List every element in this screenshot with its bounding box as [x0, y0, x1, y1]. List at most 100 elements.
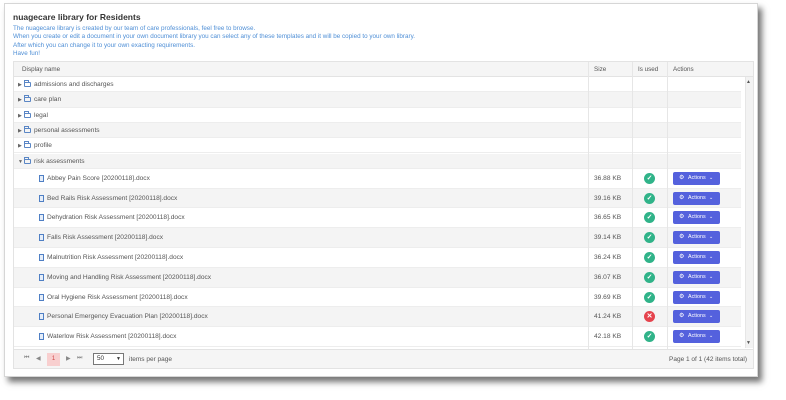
folder-icon [24, 125, 31, 133]
items-per-page-label: items per page [129, 356, 172, 363]
file-name: Malnutrition Risk Assessment [20200118].… [47, 254, 184, 261]
library-panel: nuagecare library for Residents The nuag… [4, 3, 758, 377]
folder-icon [24, 156, 31, 164]
last-page-icon[interactable]: ⏭ [77, 355, 82, 362]
document-icon [39, 234, 44, 242]
expand-arrow-icon[interactable]: ▶ [18, 97, 22, 103]
gear-icon: ⚙ [679, 194, 685, 201]
check-circle-icon: ✓ [644, 331, 655, 343]
check-circle-icon: ✓ [644, 291, 655, 303]
intro-line: When you create or edit a document in yo… [13, 33, 416, 41]
file-size: 36.88 KB [594, 174, 622, 182]
column-divider [667, 62, 668, 349]
gear-icon: ⚙ [679, 273, 685, 280]
next-page-icon[interactable]: ▶ [66, 355, 71, 362]
actions-button-label: Actions [688, 293, 706, 300]
actions-button[interactable]: ⚙ Actions ⌄ [673, 231, 720, 245]
expand-arrow-icon[interactable]: ▶ [18, 82, 22, 88]
file-name: Bed Rails Risk Assessment [20200118].doc… [47, 194, 178, 202]
folder-icon [24, 141, 31, 149]
folder-name: admissions and discharges [34, 81, 114, 88]
column-divider [588, 62, 589, 349]
check-circle-icon: ✓ [644, 192, 655, 204]
check-circle-icon: ✓ [644, 252, 655, 263]
chevron-down-icon: ⌄ [709, 293, 714, 300]
actions-button[interactable]: ⚙ Actions ⌄ [673, 330, 720, 344]
intro-line: After which you can change it to your ow… [13, 41, 196, 49]
folder-icon [24, 110, 31, 118]
document-icon [39, 293, 44, 301]
actions-button[interactable]: ⚙ Actions ⌄ [673, 211, 720, 225]
page-title: nuagecare library for Residents [13, 12, 141, 22]
scroll-up-arrow-icon[interactable]: ▲ [746, 79, 751, 85]
chevron-down-icon: ⌄ [709, 234, 714, 241]
file-name: Falls Risk Assessment [20200118].docx [47, 234, 164, 242]
vertical-scrollbar[interactable] [745, 77, 753, 348]
actions-button[interactable]: ⚙ Actions ⌄ [673, 310, 720, 324]
chevron-down-icon: ⌄ [709, 174, 714, 181]
document-icon [39, 273, 44, 281]
file-name: Dehydration Risk Assessment [20200118].d… [47, 214, 185, 222]
gear-icon: ⚙ [679, 234, 685, 241]
page-number-button[interactable]: 1 [47, 353, 60, 366]
file-name: Abbey Pain Score [20200118].docx [47, 174, 150, 182]
file-size: 39.69 KB [594, 293, 622, 301]
actions-button[interactable]: ⚙ Actions ⌄ [673, 270, 720, 284]
pager: ⏮ ◀ 1 ▶ ⏭ 50 ▼ items per page Page 1 of … [14, 349, 753, 368]
collapse-arrow-icon[interactable]: ▼ [18, 159, 23, 165]
actions-button-label: Actions [688, 214, 706, 221]
folder-name: profile [34, 142, 52, 150]
file-name: Moving and Handling Risk Assessment [202… [47, 273, 212, 281]
actions-button-label: Actions [688, 234, 706, 241]
gear-icon: ⚙ [679, 254, 685, 260]
actions-button-label: Actions [688, 313, 706, 320]
scroll-down-arrow-icon[interactable]: ▼ [746, 340, 751, 346]
gear-icon: ⚙ [679, 313, 685, 320]
expand-arrow-icon[interactable]: ▶ [18, 113, 22, 119]
column-header-actions: Actions [673, 66, 694, 73]
expand-arrow-icon[interactable]: ▶ [18, 128, 22, 134]
document-icon [39, 254, 44, 261]
chevron-down-icon: ▼ [116, 356, 121, 362]
gear-icon: ⚙ [679, 214, 685, 221]
actions-button-label: Actions [688, 254, 706, 260]
check-circle-icon: ✓ [644, 271, 655, 283]
file-size: 39.14 KB [594, 234, 622, 242]
column-header-name[interactable]: Display name [22, 66, 60, 73]
file-name: Personal Emergency Evacuation Plan [2020… [47, 313, 208, 321]
actions-button-label: Actions [688, 194, 706, 201]
intro-text: The nuagecare library is created by our … [13, 25, 415, 59]
file-name: Oral Hygiene Risk Assessment [20200118].… [47, 293, 188, 301]
column-divider [632, 62, 633, 349]
file-size: 36.07 KB [594, 273, 622, 281]
x-circle-icon: ✕ [644, 311, 655, 323]
column-header-used[interactable]: Is used [638, 66, 658, 73]
chevron-down-icon: ⌄ [709, 333, 714, 340]
folder-icon [24, 80, 31, 87]
folder-name: care plan [34, 96, 62, 104]
expand-arrow-icon[interactable]: ▶ [18, 143, 22, 149]
previous-page-icon[interactable]: ◀ [36, 355, 41, 362]
document-icon [39, 313, 44, 321]
check-circle-icon: ✓ [644, 172, 655, 184]
column-header-size[interactable]: Size [594, 66, 606, 73]
intro-line: The nuagecare library is created by our … [13, 25, 256, 32]
page-size-select[interactable]: 50 ▼ [93, 353, 124, 365]
folder-icon [24, 95, 31, 103]
intro-line: Have fun! [13, 50, 40, 58]
actions-button[interactable]: ⚙ Actions ⌄ [673, 251, 720, 264]
chevron-down-icon: ⌄ [709, 194, 714, 201]
actions-button[interactable]: ⚙ Actions ⌄ [673, 290, 720, 304]
first-page-icon[interactable]: ⏮ [24, 355, 29, 362]
file-name: Waterlow Risk Assessment [20200118].docx [47, 333, 177, 341]
gear-icon: ⚙ [679, 293, 685, 300]
gear-icon: ⚙ [679, 333, 685, 340]
chevron-down-icon: ⌄ [709, 254, 714, 260]
page-size-value: 50 [97, 355, 105, 362]
file-size: 39.16 KB [594, 194, 622, 202]
library-tree-grid: Display name Size Is used Actions ▶ admis… [13, 61, 754, 369]
chevron-down-icon: ⌄ [709, 313, 714, 320]
actions-button-label: Actions [688, 333, 706, 340]
actions-button[interactable]: ⚙ Actions ⌄ [673, 191, 720, 205]
actions-button[interactable]: ⚙ Actions ⌄ [673, 171, 720, 185]
